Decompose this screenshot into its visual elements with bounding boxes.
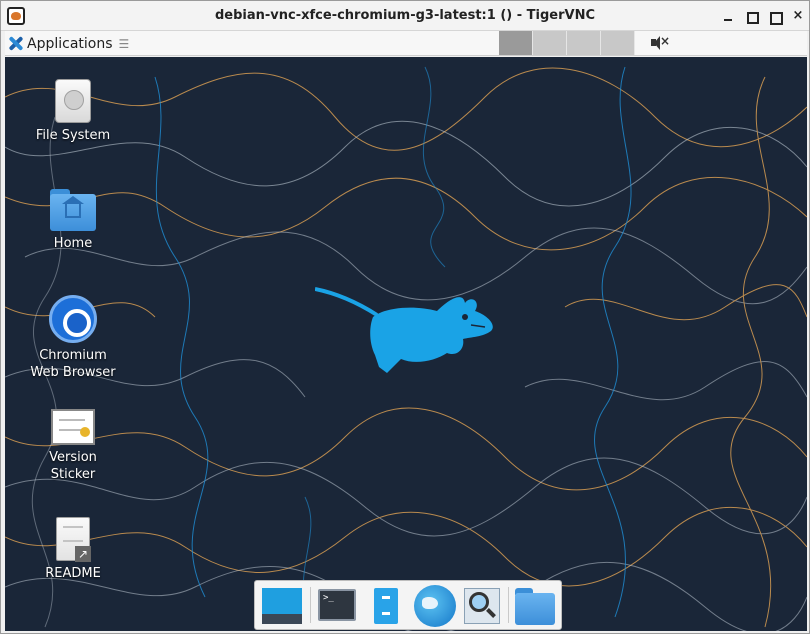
applications-label: Applications [27, 35, 113, 52]
xfce-mouse-logo [315, 287, 493, 373]
desktop-icon-label: Home [53, 236, 93, 251]
workspace-switcher [499, 31, 635, 55]
desktop-icon-chromium[interactable]: Chromium Web Browser [13, 295, 133, 381]
desktop-icon-label: Version Sticker [49, 450, 97, 482]
window-title: debian-vnc-xfce-chromium-g3-latest:1 () … [215, 8, 595, 23]
show-desktop-icon[interactable] [260, 585, 304, 627]
minimize-button[interactable] [719, 6, 737, 26]
restore-button[interactable] [743, 6, 761, 26]
desktop-icon-home[interactable]: Home [13, 189, 133, 252]
desktop-icon-readme[interactable]: ↗ README [13, 517, 133, 582]
dock-separator [508, 587, 509, 623]
desktop-icon-file-system[interactable]: File System [13, 79, 133, 144]
desktop-icon-label: File System [35, 128, 111, 143]
xfce-logo-icon [8, 36, 23, 51]
vnc-window: debian-vnc-xfce-chromium-g3-latest:1 () … [0, 0, 810, 634]
text-document-link-icon: ↗ [56, 517, 91, 562]
volume-muted-icon[interactable]: × [649, 34, 670, 52]
workspace-2[interactable] [533, 31, 567, 55]
drive-harddisk-icon [55, 79, 91, 123]
terminal-icon[interactable]: >_ [315, 585, 359, 627]
certificate-icon [51, 409, 95, 445]
desktop-icon-label: README [45, 566, 101, 581]
workspace-4[interactable] [601, 31, 635, 55]
file-manager-icon[interactable] [365, 585, 409, 627]
applications-menu-button[interactable]: Applications ☰ [8, 33, 129, 54]
maximize-button[interactable] [766, 6, 784, 26]
desktop-icon-label: Chromium Web Browser [30, 348, 116, 380]
menu-separator-icon: ☰ [118, 36, 130, 51]
desktop[interactable]: File System Home Chromium Web Browser Ve… [5, 57, 807, 631]
workspace-1[interactable] [499, 31, 533, 55]
home-folder-icon [50, 189, 96, 231]
dock-separator [310, 587, 311, 623]
desktop-icon-version-sticker[interactable]: Version Sticker [13, 409, 133, 483]
folder-icon[interactable] [513, 585, 557, 627]
app-finder-icon[interactable] [460, 585, 504, 627]
workspace-3[interactable] [567, 31, 601, 55]
close-button[interactable]: × [789, 6, 807, 26]
top-panel: Applications ☰ × [5, 31, 807, 56]
terminal-prompt: >_ [318, 589, 356, 621]
web-browser-icon[interactable] [412, 585, 456, 627]
title-bar[interactable]: debian-vnc-xfce-chromium-g3-latest:1 () … [1, 1, 809, 31]
dock-panel: >_ [254, 580, 562, 630]
chromium-icon [49, 295, 97, 343]
